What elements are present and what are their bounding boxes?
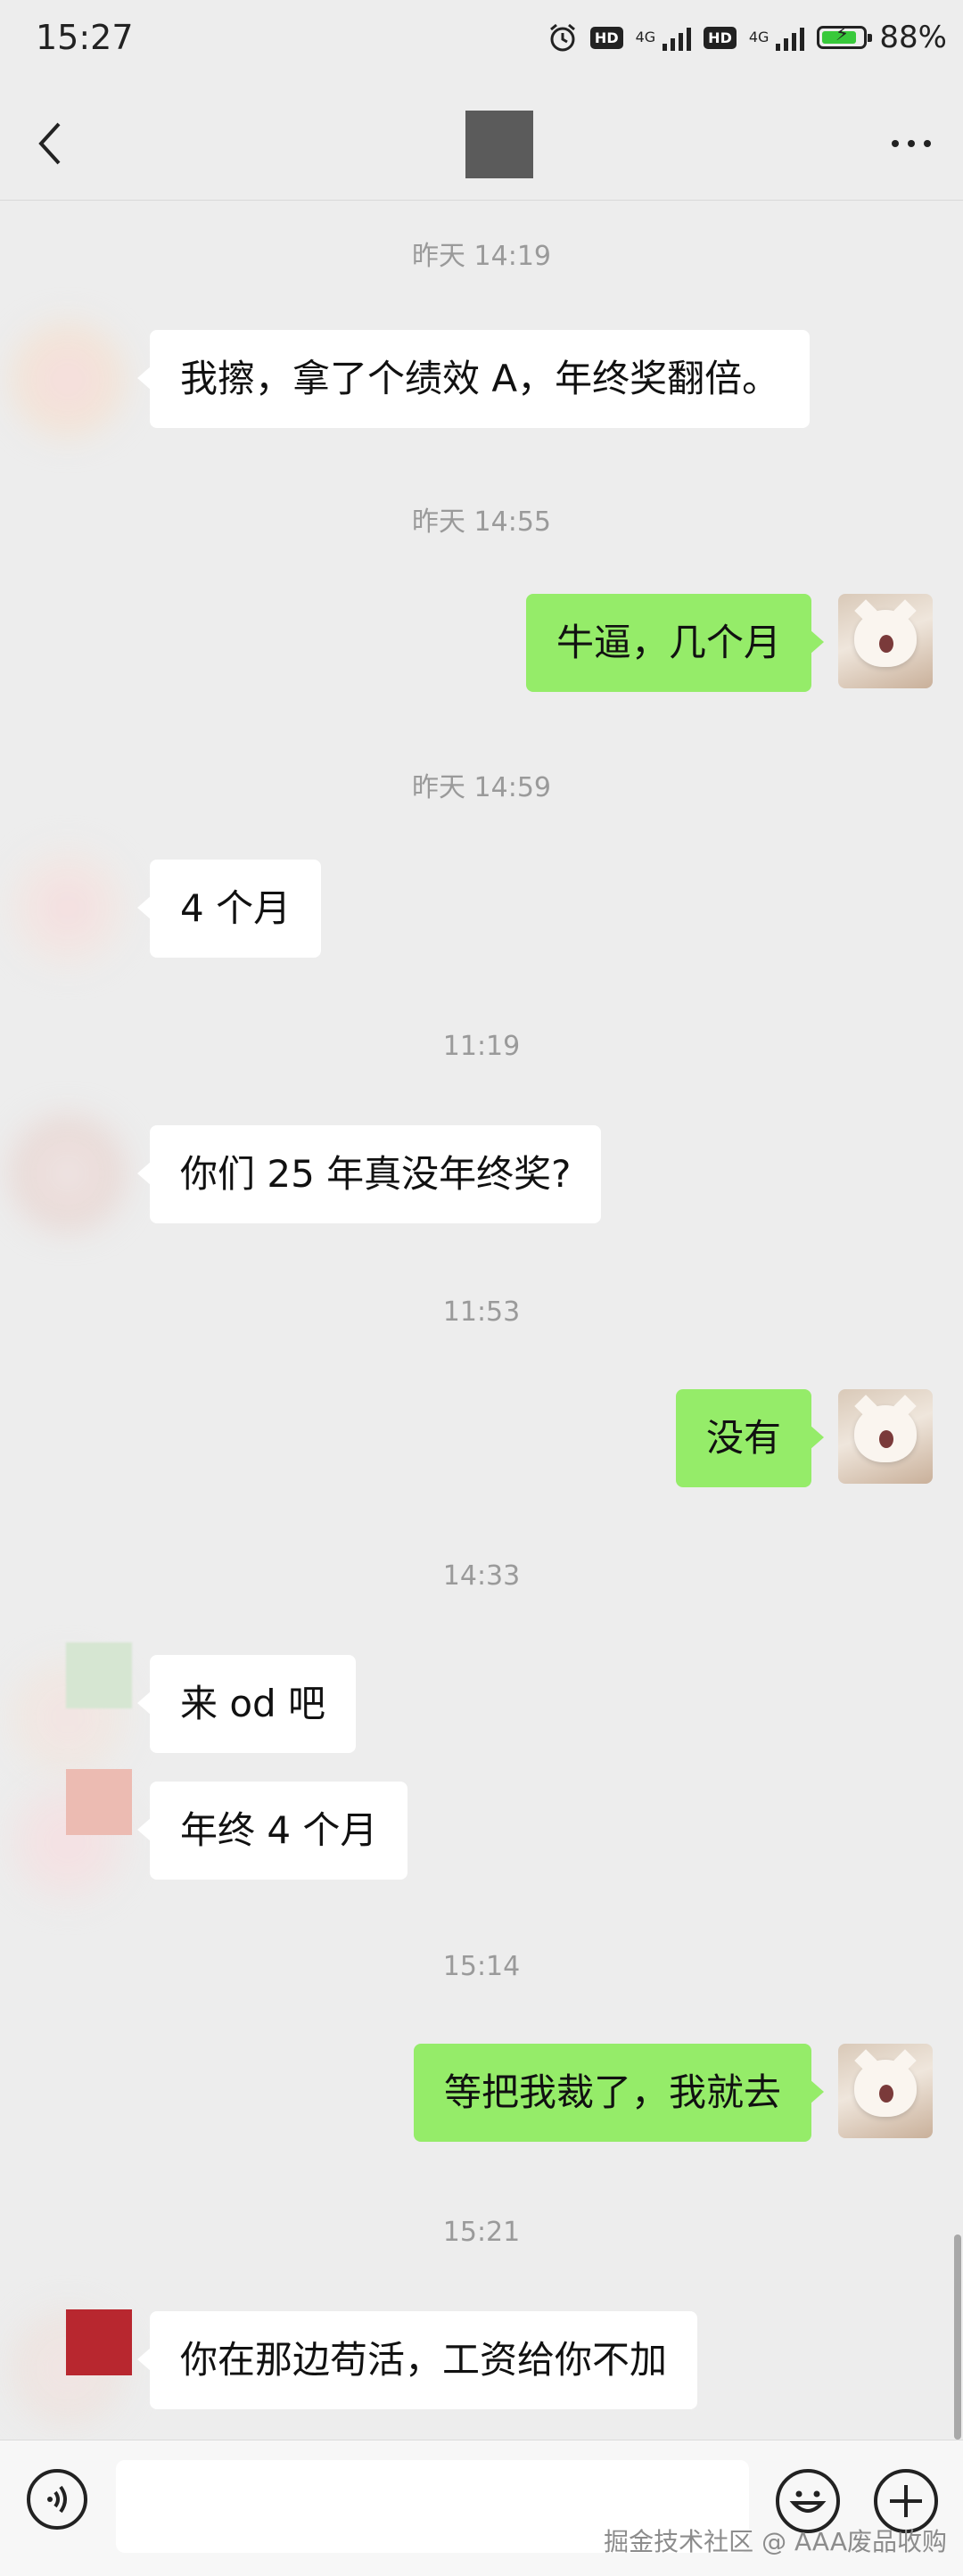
network-label: 4G [635, 29, 656, 45]
plus-glyph-icon [890, 2485, 922, 2517]
timestamp: 11:19 [442, 1031, 521, 1062]
message-bubble[interactable]: 你们 25 年真没年终奖? [136, 1125, 602, 1223]
cat-avatar-icon [854, 2049, 917, 2117]
timestamp: 15:21 [442, 2217, 521, 2248]
charging-icon: ⚡ [835, 23, 850, 45]
battery-percent: 88% [879, 20, 947, 55]
my-avatar[interactable] [838, 1389, 933, 1484]
avatar[interactable] [66, 1769, 132, 1835]
status-icons: HD 4G HD 4G ⚡ 88% [547, 20, 947, 55]
smiley-icon [789, 2490, 827, 2513]
message-bubble[interactable]: 牛逼，几个月 [525, 594, 825, 692]
avatar[interactable] [66, 1642, 132, 1708]
avatar[interactable] [66, 2309, 132, 2375]
signal-icon-2 [776, 24, 805, 51]
avatar[interactable] [5, 317, 130, 442]
message-bubble[interactable]: 没有 [675, 1389, 825, 1487]
hd-badge: HD [589, 26, 623, 49]
message-bubble[interactable]: 我擦，拿了个绩效 A，年终奖翻倍。 [136, 330, 811, 428]
voice-icon[interactable] [27, 2469, 87, 2530]
network-type: 4G [636, 30, 656, 45]
network-type-2: 4G [749, 30, 770, 45]
message-bubble[interactable]: 你在那边苟活，工资给你不加 [136, 2311, 698, 2409]
voice-waves-icon [47, 2485, 67, 2514]
input-bar: 掘金技术社区 @ AAA废品收购 [0, 2440, 963, 2576]
timestamp: 昨天 14:59 [412, 772, 551, 803]
timestamp: 昨天 14:19 [412, 241, 551, 272]
status-bar: 15:27 HD 4G HD 4G ⚡ 88% [0, 0, 963, 86]
timestamp: 15:14 [442, 1951, 521, 1982]
timestamp: 昨天 14:55 [412, 506, 551, 538]
header-divider [0, 200, 963, 201]
scrollbar[interactable] [954, 2234, 961, 2440]
cat-avatar-icon [854, 599, 917, 667]
avatar[interactable] [5, 1111, 130, 1236]
my-avatar[interactable] [838, 2044, 933, 2138]
more-dots-icon[interactable] [885, 121, 938, 166]
chat-history[interactable]: 昨天 14:19 我擦，拿了个绩效 A，年终奖翻倍。 昨天 14:55 牛逼，几… [0, 202, 963, 2440]
message-bubble[interactable]: 4 个月 [136, 860, 322, 958]
timestamp: 11:53 [442, 1296, 521, 1328]
status-time: 15:27 [36, 18, 134, 57]
battery-icon: ⚡ [817, 23, 873, 49]
my-avatar[interactable] [838, 594, 933, 688]
message-bubble[interactable]: 年终 4 个月 [136, 1782, 408, 1880]
hd-badge-2: HD [704, 26, 737, 49]
cat-avatar-icon [854, 1395, 917, 1462]
network-label-2: 4G [748, 29, 770, 45]
avatar[interactable] [5, 845, 130, 970]
message-bubble[interactable]: 来 od 吧 [136, 1655, 357, 1753]
timestamp: 14:33 [442, 1560, 521, 1592]
alarm-icon [549, 23, 575, 52]
message-bubble[interactable]: 等把我裁了，我就去 [413, 2044, 825, 2142]
contact-avatar[interactable] [465, 111, 533, 178]
signal-icon [663, 24, 692, 51]
watermark: 掘金技术社区 @ AAA废品收购 [604, 2527, 947, 2556]
back-arrow-icon[interactable] [32, 117, 68, 170]
chat-header [0, 86, 963, 202]
